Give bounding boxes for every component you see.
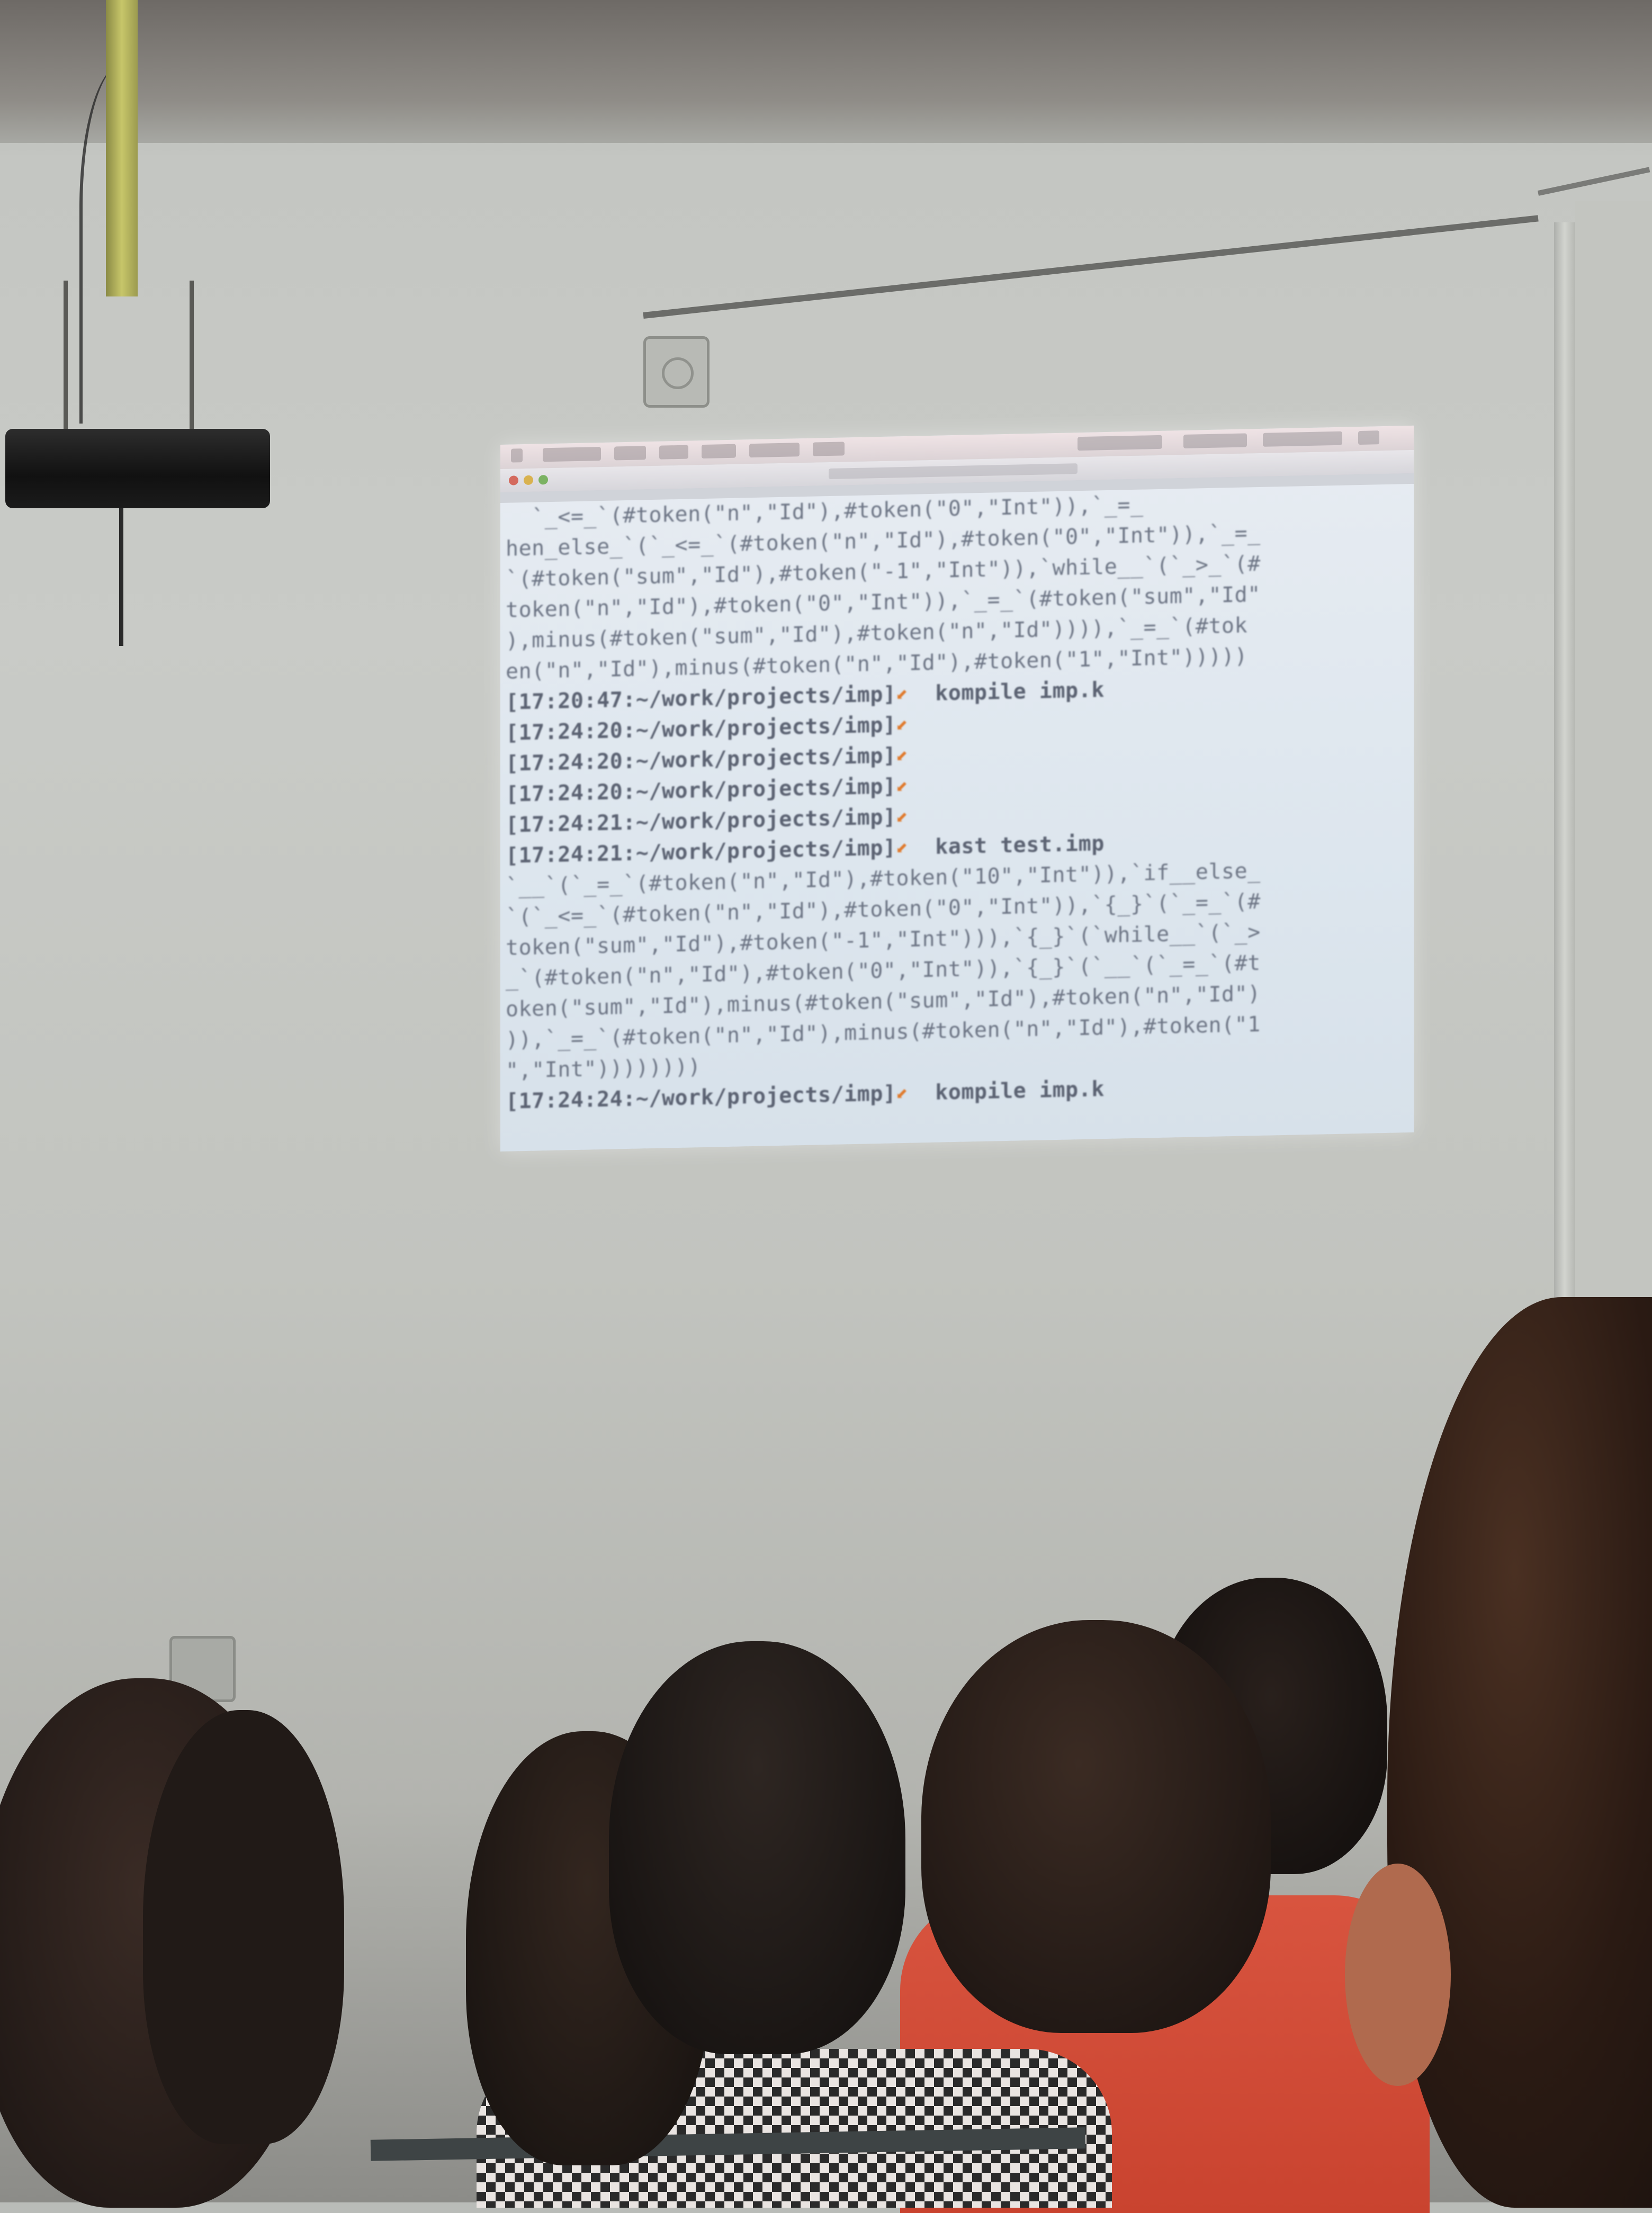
minimize-icon[interactable] [524, 475, 533, 485]
status-icons [1078, 435, 1162, 451]
ceiling-projector [5, 429, 270, 508]
projector-mount [64, 281, 194, 438]
prompt-marker-icon: ⬋ [896, 681, 910, 707]
terminal-line-text: [17:24:21:~/work/projects/imp] [506, 835, 896, 868]
prompt-marker-icon: ⬋ [896, 835, 910, 860]
ceiling [0, 0, 1652, 143]
terminal-line-text: [17:24:20:~/work/projects/imp] [506, 774, 896, 807]
menu-item-shell [614, 446, 646, 461]
terminal-line-text: ","Int")))))))) [506, 1055, 701, 1083]
wall-corner [1554, 222, 1575, 1308]
prompt-marker-icon: ⬋ [896, 773, 910, 799]
zoom-icon[interactable] [538, 475, 548, 485]
side-wall [1575, 201, 1652, 1313]
prompt-marker-icon: ⬋ [896, 804, 910, 830]
terminal-line-text: [17:24:20:~/work/projects/imp] [506, 743, 896, 776]
audience-head-center [609, 1641, 905, 2054]
prompt-marker-icon: ⬋ [896, 1081, 910, 1106]
prompt-marker-icon: ⬋ [896, 712, 910, 737]
terminal-line-text: [17:24:24:~/work/projects/imp] [506, 1081, 896, 1114]
terminal-line-text: [17:20:47:~/work/projects/imp] [506, 682, 896, 715]
terminal-line-text: [17:24:21:~/work/projects/imp] [506, 805, 896, 838]
terminal-command: kast test.imp [909, 831, 1105, 860]
menu-item-help [813, 442, 845, 456]
spotlight-icon [1358, 430, 1379, 445]
menu-item-view [702, 444, 736, 459]
terminal-line-text: [17:24:20:~/work/projects/imp] [506, 713, 896, 745]
ear [1345, 1864, 1451, 2086]
terminal-command: kompile imp.k [909, 678, 1105, 706]
menu-item-window [749, 443, 800, 458]
close-icon[interactable] [509, 475, 518, 485]
projector-hanging-cable [119, 508, 123, 646]
menu-item-app [543, 447, 601, 462]
apple-icon [511, 448, 523, 463]
menu-item-edit [659, 445, 688, 460]
battery-icon [1183, 433, 1247, 448]
audience-head-left-2 [143, 1710, 344, 2144]
terminal-output[interactable]: `_<=_`(#token("n","Id"),#token("0","Int"… [506, 484, 1406, 1149]
projector-pole [106, 0, 138, 296]
clock [1263, 431, 1342, 447]
window-title [829, 463, 1078, 480]
prompt-marker-icon: ⬋ [896, 743, 910, 768]
projected-screen: `_<=_`(#token("n","Id"),#token("0","Int"… [500, 425, 1414, 1152]
terminal-command: kompile imp.k [909, 1077, 1105, 1105]
wall-socket [643, 336, 710, 408]
audience-head-curly [921, 1620, 1271, 2033]
